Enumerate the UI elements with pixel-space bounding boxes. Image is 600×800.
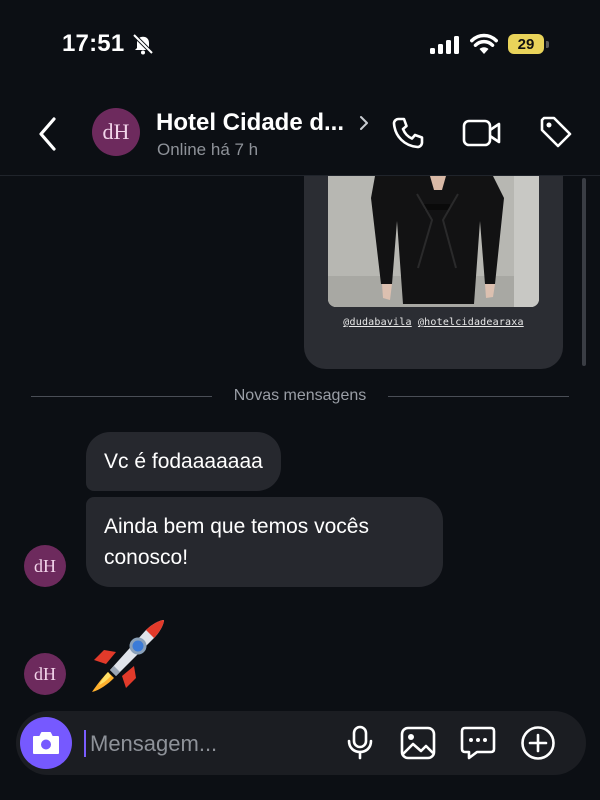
story-mentions[interactable]: @dudabavila @hotelcidadearaxa <box>304 317 563 328</box>
mention-link[interactable]: @hotelcidadearaxa <box>418 317 524 328</box>
microphone-icon[interactable] <box>341 725 379 761</box>
status-time: 17:51 <box>62 30 125 57</box>
back-arrow-icon[interactable] <box>34 114 64 154</box>
rocket-emoji[interactable] <box>86 616 170 696</box>
contact-status: Online há 7 h <box>157 140 259 159</box>
camera-button[interactable] <box>20 717 72 769</box>
message-text: Vc é fodaaaaaaa <box>104 450 263 473</box>
chevron-right-icon[interactable] <box>356 113 372 133</box>
sender-avatar[interactable]: dH <box>24 545 66 587</box>
message-text: Ainda bem que temos vocês conosco! <box>104 515 369 569</box>
phone-icon[interactable] <box>390 115 426 151</box>
sticker-message-icon[interactable] <box>459 725 497 761</box>
battery-level: 29 <box>508 34 544 54</box>
text-cursor <box>84 730 86 757</box>
avatar-initials: dH <box>102 119 130 144</box>
shared-story-card[interactable]: @dudabavila @hotelcidadearaxa <box>304 176 563 369</box>
signal-icon <box>430 36 459 54</box>
message-bubble[interactable]: Ainda bem que temos vocês conosco! <box>86 497 443 587</box>
story-photo <box>328 176 539 307</box>
scrollbar[interactable] <box>582 178 586 366</box>
wifi-icon <box>470 33 498 54</box>
contact-avatar[interactable]: dH <box>92 108 140 156</box>
mention-link[interactable]: @dudabavila <box>343 317 411 328</box>
avatar-initials: dH <box>34 555 56 576</box>
avatar-initials: dH <box>34 663 56 684</box>
contact-name[interactable]: Hotel Cidade d... <box>156 109 344 137</box>
bell-slash-icon <box>132 33 154 55</box>
message-input[interactable] <box>88 724 322 764</box>
tag-icon[interactable] <box>538 114 574 150</box>
message-bubble[interactable]: Vc é fodaaaaaaa <box>86 432 281 491</box>
sender-avatar[interactable]: dH <box>24 653 66 695</box>
video-icon[interactable] <box>462 117 502 149</box>
story-image[interactable] <box>328 176 539 307</box>
plus-circle-icon[interactable] <box>519 725 557 761</box>
new-messages-divider: Novas mensagens <box>0 387 600 405</box>
message-composer <box>16 711 586 775</box>
battery-icon: 29 <box>508 34 550 54</box>
camera-icon <box>33 732 59 754</box>
image-icon[interactable] <box>399 725 437 761</box>
new-messages-label: Novas mensagens <box>219 387 381 404</box>
